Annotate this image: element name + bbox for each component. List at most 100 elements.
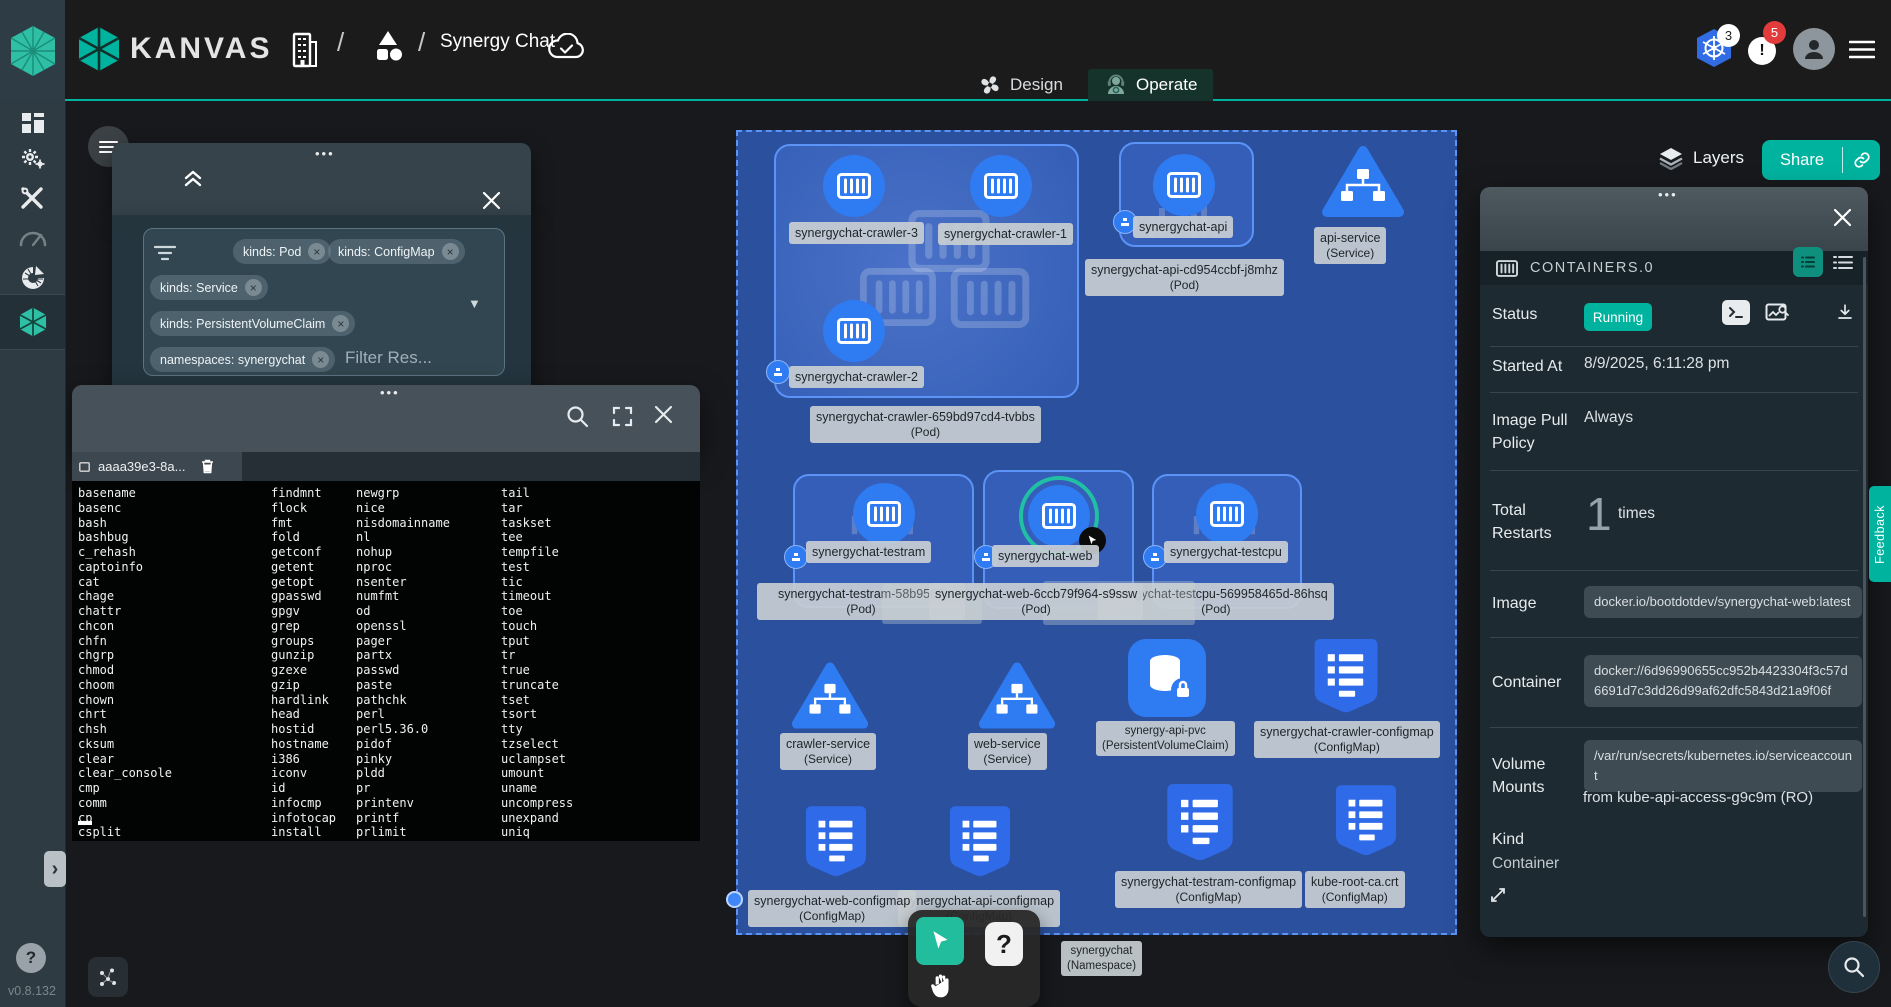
drag-handle-icon[interactable]: •••	[315, 146, 335, 161]
sidebar-item-kanvas-active[interactable]	[0, 294, 65, 350]
node-label: synergychat-crawler-1	[938, 223, 1073, 245]
trash-icon[interactable]	[201, 459, 214, 474]
tab-operate[interactable]: Operate	[1088, 69, 1213, 101]
drag-handle-icon[interactable]: •••	[380, 385, 400, 400]
sidebar-item-configuration[interactable]	[0, 178, 65, 218]
pvc-node-icon[interactable]	[1128, 639, 1206, 717]
panel-scrollbar[interactable]	[1863, 257, 1866, 917]
configmap-node-icon[interactable]	[950, 806, 1010, 883]
meshery-logo-tile[interactable]	[0, 0, 65, 101]
chip-remove-icon[interactable]: ×	[332, 315, 349, 332]
kanvas-logo[interactable]: KANVAS	[78, 26, 272, 72]
terminal-tab[interactable]: aaaa39e3-8a...	[72, 452, 242, 481]
filter-input-placeholder[interactable]: Filter Res...	[345, 348, 432, 368]
filter-chip-label: namespaces: synergychat	[160, 353, 305, 367]
sidebar-item-performance[interactable]	[0, 218, 65, 258]
label-line2: (Namespace)	[1067, 959, 1136, 974]
filter-chip[interactable]: kinds: PersistentVolumeClaim ×	[150, 311, 355, 336]
sidebar-item-extensions[interactable]	[0, 258, 65, 298]
terminal-header[interactable]: •••	[72, 385, 700, 452]
list-view-button[interactable]	[1830, 251, 1856, 273]
filter-chip[interactable]: namespaces: synergychat ×	[150, 347, 335, 372]
design-name-breadcrumb[interactable]: Synergy Chat	[440, 31, 555, 53]
settings-gears-icon	[20, 147, 46, 171]
configmap-node-icon[interactable]	[1314, 639, 1378, 719]
zoom-search-button[interactable]	[1828, 941, 1880, 993]
sidebar-item-lifecycle[interactable]	[0, 139, 65, 179]
total-restarts-suffix: times	[1618, 505, 1655, 523]
view-logs-button[interactable]	[1763, 299, 1791, 325]
label-line1: synergychat-crawler-configmap	[1260, 724, 1434, 740]
volume-mounts-value[interactable]: /var/run/secrets/kubernetes.io/serviceac…	[1584, 740, 1862, 792]
pod-icon[interactable]	[823, 300, 885, 362]
chip-remove-icon[interactable]: ×	[312, 351, 329, 368]
organization-icon[interactable]	[290, 28, 318, 68]
open-terminal-button[interactable]	[1722, 300, 1750, 325]
hand-icon	[928, 972, 954, 1000]
app-menu-button[interactable]	[1849, 40, 1875, 59]
format-toggle-button[interactable]	[1793, 247, 1823, 277]
container-icon	[1496, 260, 1518, 277]
details-panel-header[interactable]: •••	[1480, 187, 1868, 251]
edge-anchor-dot[interactable]	[726, 891, 743, 908]
image-value[interactable]: docker.io/bootdotdev/synergychat-web:lat…	[1584, 586, 1862, 618]
chip-remove-icon[interactable]: ×	[308, 243, 325, 260]
configmap-node-icon[interactable]	[1336, 784, 1396, 863]
sidebar-item-dashboard[interactable]	[0, 103, 65, 143]
scatter-dots-icon	[98, 967, 118, 987]
feedback-tab[interactable]: Feedback	[1869, 486, 1891, 582]
tab-design[interactable]: Design	[962, 69, 1079, 101]
service-node-icon[interactable]	[790, 659, 870, 738]
image-label: Image	[1492, 592, 1592, 615]
sidebar-expand-handle[interactable]: ›	[44, 851, 66, 887]
search-icon[interactable]	[566, 405, 589, 428]
configmap-label: synergychat-crawler-configmap (ConfigMap…	[1254, 721, 1440, 758]
download-button[interactable]	[1832, 299, 1858, 325]
filter-chip-label: kinds: PersistentVolumeClaim	[160, 317, 325, 331]
chip-remove-icon[interactable]: ×	[245, 279, 262, 296]
started-at-value: 8/9/2025, 6:11:28 pm	[1584, 355, 1729, 373]
configmap-node-icon[interactable]	[806, 806, 866, 883]
kubernetes-context-button[interactable]: 3	[1695, 28, 1741, 70]
filter-dropdown-caret-icon[interactable]: ▼	[468, 296, 481, 311]
designs-icon[interactable]	[372, 29, 404, 65]
cloud-saved-icon	[547, 33, 585, 61]
pod-icon[interactable]	[1153, 154, 1215, 216]
layers-button[interactable]: Layers	[1658, 146, 1744, 170]
container-value[interactable]: docker://6d96990655cc952b4423304f3c57d66…	[1584, 655, 1862, 707]
canvas-quick-action-button[interactable]	[88, 957, 128, 997]
filter-chip[interactable]: kinds: ConfigMap ×	[328, 239, 465, 264]
close-icon[interactable]	[653, 404, 674, 425]
share-button[interactable]: Share	[1762, 151, 1842, 170]
filter-drawer-header[interactable]: •••	[112, 143, 531, 215]
filter-chip[interactable]: kinds: Pod ×	[233, 239, 331, 264]
copy-link-button[interactable]	[1843, 151, 1880, 169]
service-node-icon[interactable]	[977, 659, 1057, 738]
configmap-node-icon[interactable]	[1167, 784, 1233, 867]
terminal-tab-label: aaaa39e3-8a...	[98, 459, 185, 474]
pan-tool-button[interactable]	[922, 968, 960, 1004]
label-line2: (Pod)	[935, 602, 1137, 617]
user-avatar[interactable]	[1793, 28, 1835, 70]
expand-panel-icon[interactable]	[1490, 887, 1506, 903]
help-button[interactable]: ?	[16, 943, 46, 973]
pod-icon[interactable]	[1196, 483, 1258, 545]
collapse-chevrons-icon[interactable]	[182, 167, 204, 189]
label-line1: synergychat	[1067, 944, 1136, 959]
terminal-prompt-icon	[1728, 306, 1744, 319]
help-tool-button[interactable]: ?	[985, 922, 1023, 966]
filter-chip[interactable]: kinds: Service ×	[150, 275, 268, 300]
service-node-icon[interactable]	[1320, 142, 1406, 227]
select-tool-button[interactable]	[916, 917, 964, 965]
pod-icon[interactable]	[970, 155, 1032, 217]
pod-icon[interactable]	[853, 483, 915, 545]
fullscreen-icon[interactable]	[611, 405, 634, 428]
label-line1: api-service	[1320, 230, 1380, 246]
close-icon[interactable]	[482, 191, 501, 210]
notifications-button[interactable]: ! 5	[1748, 24, 1788, 66]
terminal-column-4: tail tar taskset tee tempfile test tic t…	[501, 486, 573, 840]
pod-icon[interactable]	[823, 155, 885, 217]
close-icon[interactable]	[1832, 207, 1853, 228]
drag-handle-icon[interactable]: •••	[1658, 187, 1678, 202]
chip-remove-icon[interactable]: ×	[442, 243, 459, 260]
